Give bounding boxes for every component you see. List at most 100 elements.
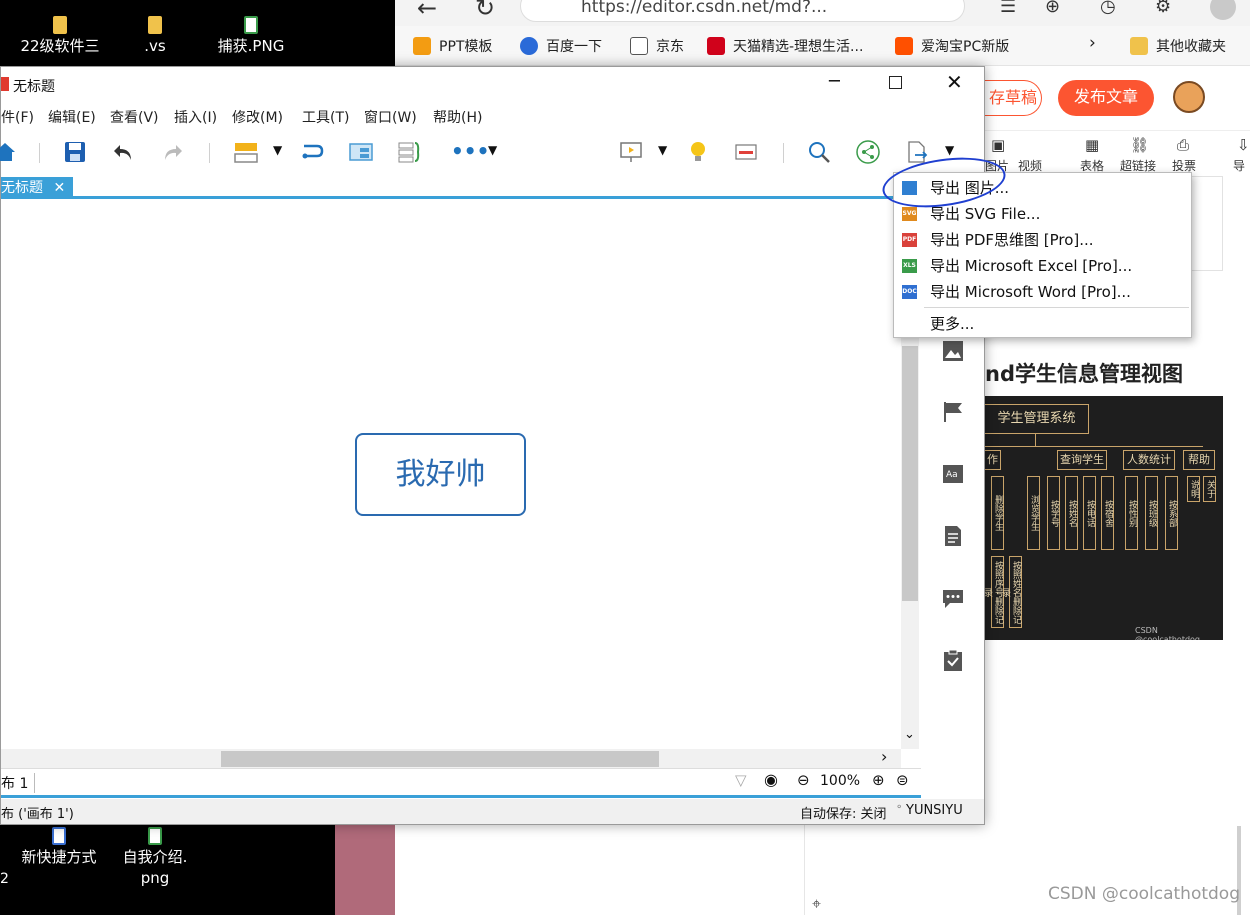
export-icon[interactable] <box>905 140 929 164</box>
menu-window[interactable]: 窗口(W) <box>364 107 417 127</box>
bookmark-ppt-template[interactable]: PPT模板 <box>413 36 492 56</box>
eye-icon[interactable]: ◉ <box>764 770 778 789</box>
filter-icon[interactable]: ▽ <box>735 771 747 789</box>
topic-style-icon[interactable] <box>234 140 258 164</box>
address-bar[interactable]: https://editor.csdn.net/md?... <box>520 0 965 22</box>
share-icon[interactable] <box>856 140 880 164</box>
user-avatar[interactable] <box>1173 81 1205 113</box>
thumb-leaf: 按宿舍 <box>1101 476 1114 550</box>
desktop-icon-folder-class[interactable]: 22级软件三 <box>5 16 115 57</box>
export-pdf-item[interactable]: PDF 导出 PDF思维图 [Pro]... <box>894 227 1191 253</box>
tool-export[interactable]: 导 <box>1233 157 1245 174</box>
save-icon[interactable] <box>63 140 87 164</box>
dropdown-arrow-icon[interactable]: ▼ <box>658 143 667 157</box>
window-title: 无标题 <box>13 79 55 95</box>
publish-label: 发布文章 <box>1073 87 1138 106</box>
menu-view[interactable]: 查看(V) <box>110 107 159 127</box>
scroll-down-arrow-icon[interactable]: ⌄ <box>904 727 915 742</box>
sheet-tab[interactable]: 布 1 <box>1 773 36 793</box>
dropdown-arrow-icon[interactable]: ▼ <box>273 143 282 157</box>
close-icon[interactable]: ✕ <box>946 70 963 94</box>
tab-untitled[interactable]: 无标题 ✕ <box>1 177 74 199</box>
more-insert-icon[interactable]: ••• <box>451 139 489 163</box>
title-bar: 无标题 ─ ✕ <box>1 67 984 103</box>
maximize-icon[interactable] <box>889 76 902 89</box>
publish-article-button[interactable]: 发布文章 <box>1058 80 1154 116</box>
bookmark-tmall[interactable]: 天猫精选-理想生活... <box>707 36 863 56</box>
link-tool-icon[interactable]: ⛓ <box>1130 136 1149 154</box>
chevron-right-icon[interactable]: › <box>1089 33 1096 53</box>
pdf-file-icon: PDF <box>902 233 917 247</box>
zoom-in-icon[interactable]: ⊕ <box>872 771 885 789</box>
horizontal-scrollbar[interactable]: › <box>1 747 901 768</box>
csdn-watermark: CSDN @coolcathotdog <box>1048 884 1240 904</box>
extensions-icon[interactable]: ⚙ <box>1155 0 1171 17</box>
export-dropdown-arrow-icon[interactable]: ▼ <box>945 143 954 157</box>
refresh-icon[interactable]: ↻ <box>475 0 495 22</box>
desktop-icon-intro-png[interactable]: 自我介绍. png <box>100 827 210 889</box>
lightbulb-icon[interactable] <box>686 140 710 164</box>
gantt-view-icon[interactable] <box>734 140 758 164</box>
profile-avatar[interactable] <box>1210 0 1236 20</box>
minimize-icon[interactable]: ─ <box>829 71 840 92</box>
csdn-editor-gap <box>805 825 985 915</box>
dropdown-arrow-icon[interactable]: ▼ <box>488 143 497 157</box>
redo-icon[interactable] <box>161 140 185 164</box>
menu-tools[interactable]: 工具(T) <box>302 107 349 127</box>
undo-icon[interactable] <box>111 140 135 164</box>
zoom-out-icon[interactable]: ⊖ <box>797 771 810 789</box>
scroll-right-arrow-icon[interactable]: › <box>881 747 887 766</box>
menu-edit[interactable]: 编辑(E) <box>48 107 96 127</box>
bookmark-jd[interactable]: 京东 <box>630 36 684 56</box>
comment-icon[interactable] <box>942 587 964 609</box>
desktop-icon-capture-png[interactable]: 捕获.PNG <box>196 16 306 57</box>
image-file-icon <box>148 827 162 845</box>
desktop-background-top: 22级软件三 .vs 捕获.PNG <box>0 0 395 70</box>
text-format-icon[interactable]: Aa <box>942 463 964 485</box>
status-sheet-name: 布 ('画布 1') <box>1 807 74 822</box>
summary-icon[interactable] <box>398 140 422 164</box>
other-favorites-folder[interactable]: 其他收藏夹 <box>1130 36 1226 56</box>
menu-modify[interactable]: 修改(M) <box>232 107 283 127</box>
flag-marker-icon[interactable] <box>942 401 964 423</box>
task-checklist-icon[interactable] <box>942 649 964 671</box>
user-name[interactable]: YUNSIYU <box>906 803 963 818</box>
central-topic[interactable]: 我好帅 <box>355 433 526 516</box>
home-icon[interactable] <box>0 140 17 164</box>
menu-insert[interactable]: 插入(I) <box>174 107 217 127</box>
menu-help[interactable]: 帮助(H) <box>433 107 482 127</box>
notes-document-icon[interactable] <box>942 525 964 547</box>
xmind-logo-icon <box>1 77 9 91</box>
word-file-icon: DOC <box>902 285 917 299</box>
autosave-status[interactable]: 自动保存: 关闭 <box>800 803 887 822</box>
search-icon[interactable] <box>807 140 831 164</box>
fit-view-icon[interactable]: ⊜ <box>896 771 909 789</box>
desktop-icon-vs-folder[interactable]: .vs <box>100 16 210 57</box>
bookmark-baidu[interactable]: 百度一下 <box>520 36 602 56</box>
table-tool-icon[interactable]: ▦ <box>1085 136 1099 154</box>
export-tool-icon[interactable]: ⇩ <box>1237 136 1250 154</box>
image-icon[interactable] <box>942 340 964 362</box>
collections-icon[interactable]: ⊕ <box>1045 0 1060 17</box>
history-icon[interactable]: ◷ <box>1100 0 1116 17</box>
vertical-scroll-thumb[interactable] <box>902 346 918 601</box>
vote-tool-icon[interactable]: ⎙ <box>1177 136 1189 154</box>
horizontal-scroll-thumb[interactable] <box>221 751 659 767</box>
sheet-bar: 布 1 ▽ ◉ ⊖ 100% ⊕ ⊜ <box>1 768 921 798</box>
video-tool-icon[interactable]: ▣ <box>991 136 1005 154</box>
relationship-icon[interactable] <box>301 140 325 164</box>
presentation-icon[interactable] <box>619 140 643 164</box>
export-word-item[interactable]: DOC 导出 Microsoft Word [Pro]... <box>894 279 1191 305</box>
export-excel-item[interactable]: XLS 导出 Microsoft Excel [Pro]... <box>894 253 1191 279</box>
bookmark-aitaobao[interactable]: 爱淘宝PC新版 <box>895 36 1009 56</box>
menu-file[interactable]: 件(F) <box>1 107 34 127</box>
tab-close-icon[interactable]: ✕ <box>53 180 65 196</box>
export-more-item[interactable]: 更多... <box>894 311 1191 337</box>
desktop-icon-shortcut[interactable]: 新快捷方式 <box>4 827 114 868</box>
back-arrow-icon[interactable]: ← <box>417 0 437 22</box>
save-draft-button[interactable]: 存草稿 <box>985 80 1042 116</box>
thumb-branch-label: 作 <box>987 453 998 466</box>
favorites-list-icon[interactable]: ☰ <box>1000 0 1016 17</box>
boundary-icon[interactable] <box>349 140 373 164</box>
save-draft-label: 存草稿 <box>988 88 1037 107</box>
